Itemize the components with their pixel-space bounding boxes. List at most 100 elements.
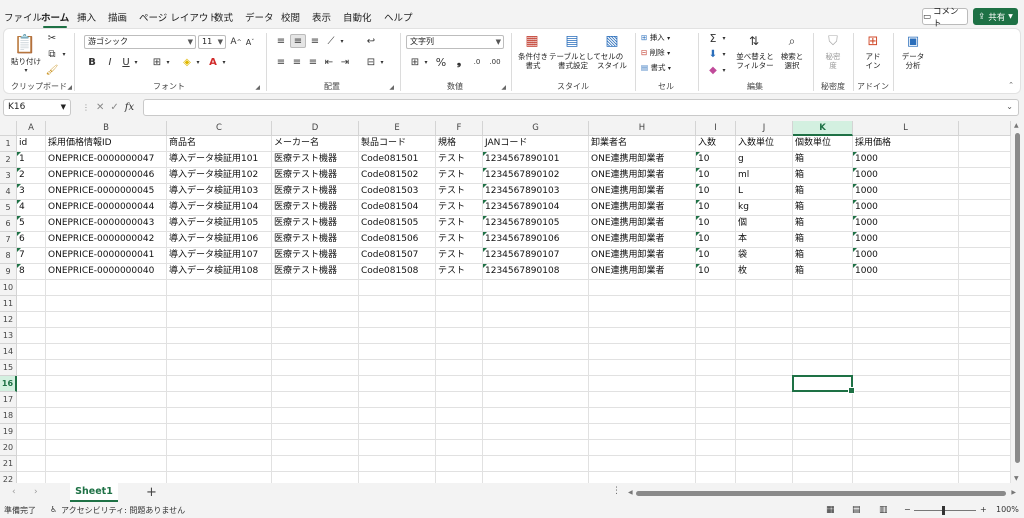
table-cell[interactable]: Code081503: [359, 184, 436, 200]
column-header-d[interactable]: D: [272, 121, 359, 136]
scroll-left-icon[interactable]: ◀: [628, 489, 633, 496]
row-header-18[interactable]: 18: [0, 408, 17, 424]
table-cell[interactable]: 1234567890108: [483, 264, 589, 280]
header-cell-d[interactable]: メーカー名: [272, 136, 359, 152]
cell-j18[interactable]: [736, 408, 793, 424]
cell-c10[interactable]: [167, 280, 272, 296]
table-cell[interactable]: 枚: [736, 264, 793, 280]
cell-l14[interactable]: [853, 344, 959, 360]
cell-c18[interactable]: [167, 408, 272, 424]
table-cell[interactable]: 10: [696, 200, 736, 216]
cell-k12[interactable]: [793, 312, 853, 328]
cell-h17[interactable]: [589, 392, 696, 408]
table-cell[interactable]: 1234567890105: [483, 216, 589, 232]
row-header-19[interactable]: 19: [0, 424, 17, 440]
cell-filler[interactable]: [959, 344, 1011, 360]
accessibility-status[interactable]: アクセシビリティ: 問題ありません: [61, 505, 185, 516]
orientation-icon[interactable]: ⟋: [324, 34, 338, 48]
merge-chevron-icon[interactable]: ▾: [378, 55, 386, 69]
column-header-h[interactable]: H: [589, 121, 696, 136]
vertical-scrollbar[interactable]: ▲ ▼: [1011, 121, 1024, 483]
scrollbar-thumb[interactable]: [1015, 133, 1020, 463]
row-header-17[interactable]: 17: [0, 392, 17, 408]
cell-i16[interactable]: [696, 376, 736, 392]
horizontal-scrollbar[interactable]: ◀ ▶: [628, 488, 1016, 498]
align-center-icon[interactable]: ≡: [290, 55, 304, 69]
table-cell[interactable]: 導入データ検証用102: [167, 168, 272, 184]
zoom-in-icon[interactable]: +: [980, 505, 987, 514]
cell-h22[interactable]: [589, 472, 696, 483]
cell-k20[interactable]: [793, 440, 853, 456]
cell-filler[interactable]: [959, 312, 1011, 328]
table-cell[interactable]: 10: [696, 232, 736, 248]
cell-a14[interactable]: [17, 344, 46, 360]
column-header-c[interactable]: C: [167, 121, 272, 136]
tab-review[interactable]: 校閲: [281, 10, 300, 24]
cell-l20[interactable]: [853, 440, 959, 456]
header-cell-a[interactable]: id: [17, 136, 46, 152]
tab-view[interactable]: 表示: [312, 10, 331, 24]
table-cell[interactable]: Code081507: [359, 248, 436, 264]
expand-formula-icon[interactable]: ⌄: [1006, 102, 1013, 111]
cell-i18[interactable]: [696, 408, 736, 424]
font-color-icon[interactable]: A: [206, 55, 220, 69]
cell-b18[interactable]: [46, 408, 167, 424]
italic-icon[interactable]: I: [104, 55, 116, 69]
page-break-view-icon[interactable]: ▥: [879, 505, 888, 515]
cell-b13[interactable]: [46, 328, 167, 344]
table-cell[interactable]: 医療テスト機器: [272, 168, 359, 184]
number-format-select[interactable]: 文字列 ▼: [406, 35, 504, 49]
conditional-formatting-button[interactable]: 条件付き 書式: [513, 52, 553, 70]
underline-icon[interactable]: U: [120, 55, 132, 69]
cell-filler[interactable]: [959, 168, 1011, 184]
cell-styles-icon[interactable]: ▧: [603, 33, 621, 49]
cell-a15[interactable]: [17, 360, 46, 376]
cell-f18[interactable]: [436, 408, 483, 424]
prev-sheet-icon[interactable]: ‹: [12, 487, 16, 497]
cell-filler[interactable]: [959, 184, 1011, 200]
table-cell[interactable]: 1000: [853, 152, 959, 168]
cell-c21[interactable]: [167, 456, 272, 472]
cell-d14[interactable]: [272, 344, 359, 360]
format-cells-button[interactable]: ▤ 書式 ▾: [641, 63, 671, 73]
delete-cells-button[interactable]: ⊟ 削除 ▾: [641, 48, 670, 58]
table-cell[interactable]: 6: [17, 232, 46, 248]
cell-l11[interactable]: [853, 296, 959, 312]
row-header-7[interactable]: 7: [0, 232, 17, 248]
cell-l22[interactable]: [853, 472, 959, 483]
table-cell[interactable]: ONE連携用卸業者: [589, 152, 696, 168]
underline-chevron-icon[interactable]: ▾: [132, 55, 140, 69]
cell-e18[interactable]: [359, 408, 436, 424]
cell-d13[interactable]: [272, 328, 359, 344]
cell-g22[interactable]: [483, 472, 589, 483]
add-sheet-icon[interactable]: +: [146, 485, 157, 500]
accounting-chevron-icon[interactable]: ▾: [422, 55, 430, 69]
scrollbar-thumb[interactable]: [636, 491, 1006, 496]
table-cell[interactable]: 医療テスト機器: [272, 264, 359, 280]
cell-d20[interactable]: [272, 440, 359, 456]
formula-input[interactable]: ⌄: [143, 99, 1019, 116]
cell-i17[interactable]: [696, 392, 736, 408]
cell-b20[interactable]: [46, 440, 167, 456]
cell-filler[interactable]: [959, 296, 1011, 312]
cell-c17[interactable]: [167, 392, 272, 408]
table-cell[interactable]: 箱: [793, 184, 853, 200]
cell-l15[interactable]: [853, 360, 959, 376]
cell-filler[interactable]: [959, 152, 1011, 168]
cell-h20[interactable]: [589, 440, 696, 456]
cell-d12[interactable]: [272, 312, 359, 328]
cell-j10[interactable]: [736, 280, 793, 296]
table-cell[interactable]: ml: [736, 168, 793, 184]
cell-i12[interactable]: [696, 312, 736, 328]
cell-styles-button[interactable]: セルの スタイル: [595, 52, 629, 70]
cell-b17[interactable]: [46, 392, 167, 408]
cell-a18[interactable]: [17, 408, 46, 424]
cell-j21[interactable]: [736, 456, 793, 472]
cell-c11[interactable]: [167, 296, 272, 312]
zoom-out-icon[interactable]: −: [904, 505, 911, 514]
zoom-slider-thumb[interactable]: [942, 506, 945, 515]
table-cell[interactable]: 1000: [853, 216, 959, 232]
table-cell[interactable]: 1234567890102: [483, 168, 589, 184]
table-cell[interactable]: 箱: [793, 216, 853, 232]
cell-k22[interactable]: [793, 472, 853, 483]
